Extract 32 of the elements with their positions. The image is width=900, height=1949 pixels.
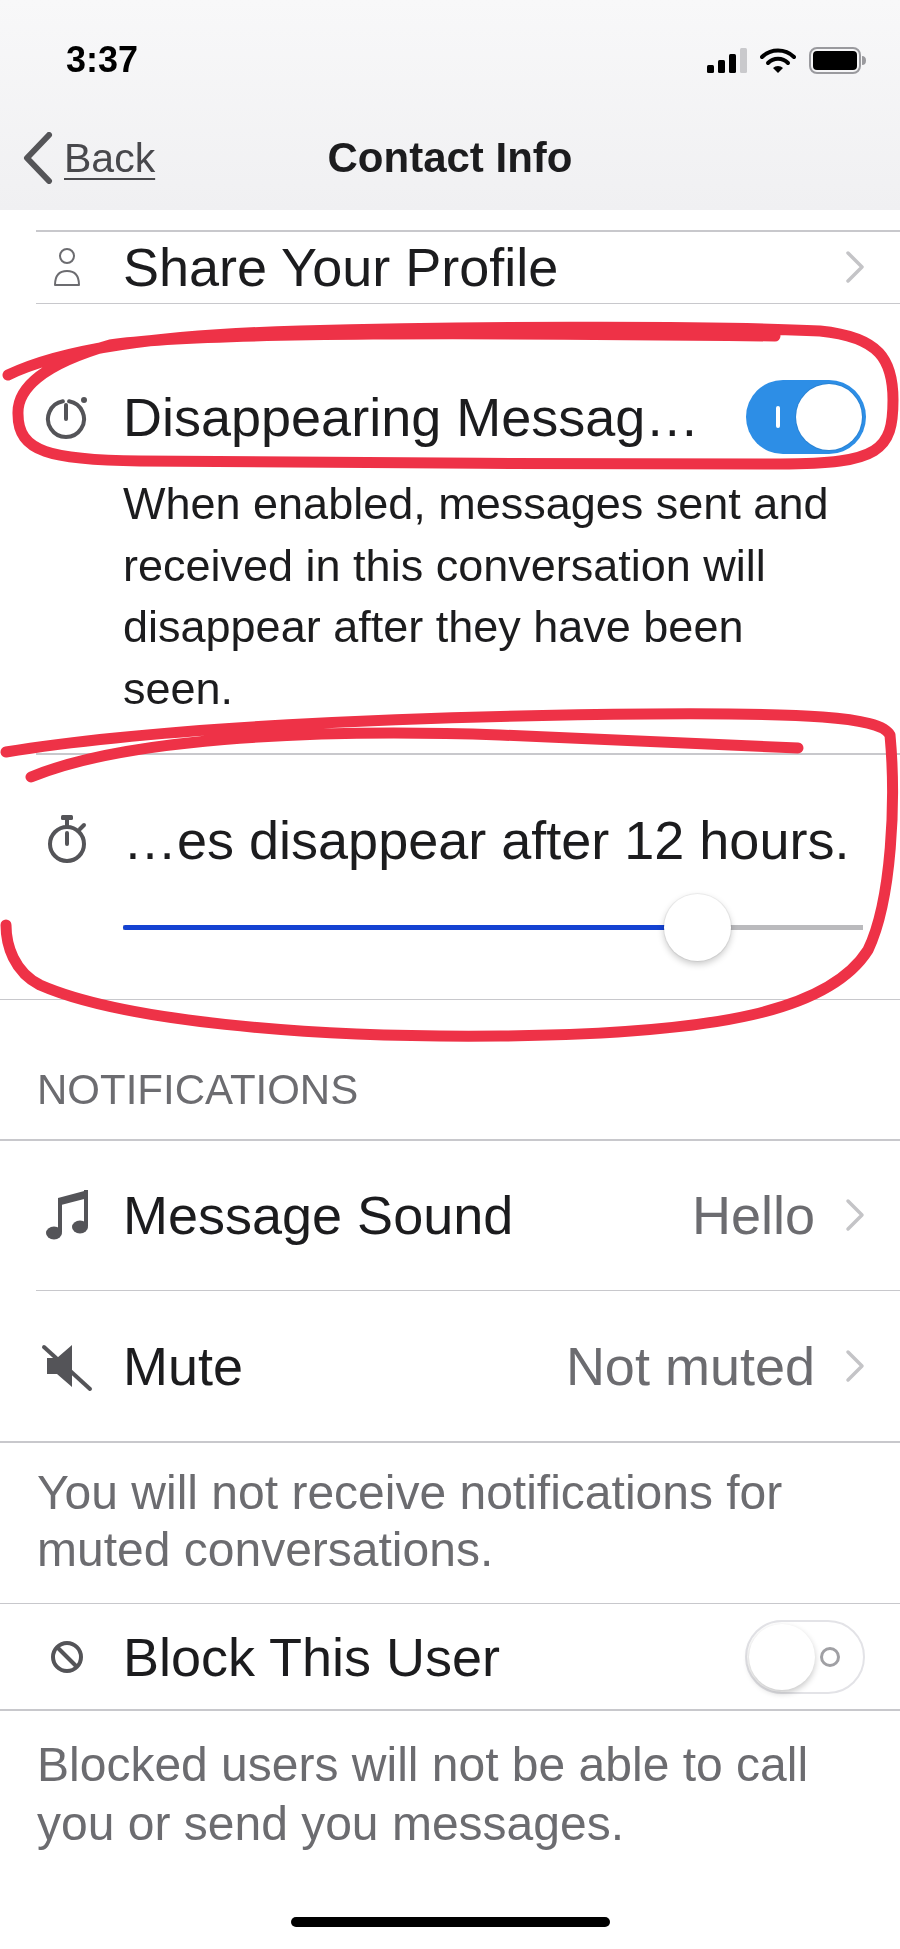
status-time: 3:37 [66, 40, 139, 80]
battery-icon [809, 46, 867, 74]
chevron-right-icon [845, 250, 865, 284]
row-value: Not muted [565, 1335, 815, 1398]
toggle-switch[interactable] [746, 380, 866, 454]
signal-icon [707, 47, 747, 73]
screen-title: Contact Info [327, 133, 573, 183]
row-value: Hello [691, 1184, 815, 1247]
person-icon [53, 247, 81, 287]
block-icon [50, 1639, 84, 1674]
timer-label: …es disappear after 12 hours. [123, 808, 850, 872]
switch-knob [749, 1623, 815, 1690]
chevron-left-icon [23, 132, 53, 184]
chevron-right-icon [845, 1198, 865, 1232]
switch-knob [796, 384, 862, 450]
music-note-icon [44, 1188, 90, 1242]
stopwatch-icon [45, 814, 89, 865]
wifi-icon [760, 47, 796, 73]
row-label: Share Your Profile [123, 236, 559, 299]
chevron-right-icon [845, 1349, 865, 1383]
row-label: Mute [123, 1335, 244, 1398]
back-button[interactable]: Back [23, 132, 156, 184]
row-label: Disappearing Messag… [123, 386, 700, 449]
footer-note: Blocked users will not be able to call you or send you messages. [36, 1736, 810, 1852]
ring-icon [819, 1645, 841, 1668]
description-text: When enabled, messages sent and received in this conversation will disappear after they have been seen. [123, 477, 830, 716]
footer-note: You will not receive notifications for muted conversations. [36, 1464, 784, 1578]
section-header: NOTIFICATIONS [37, 1065, 359, 1115]
row-label: Block This User [123, 1625, 501, 1689]
slider-thumb[interactable] [663, 893, 731, 961]
timer-icon [44, 394, 90, 440]
row-label: Message Sound [123, 1184, 514, 1247]
